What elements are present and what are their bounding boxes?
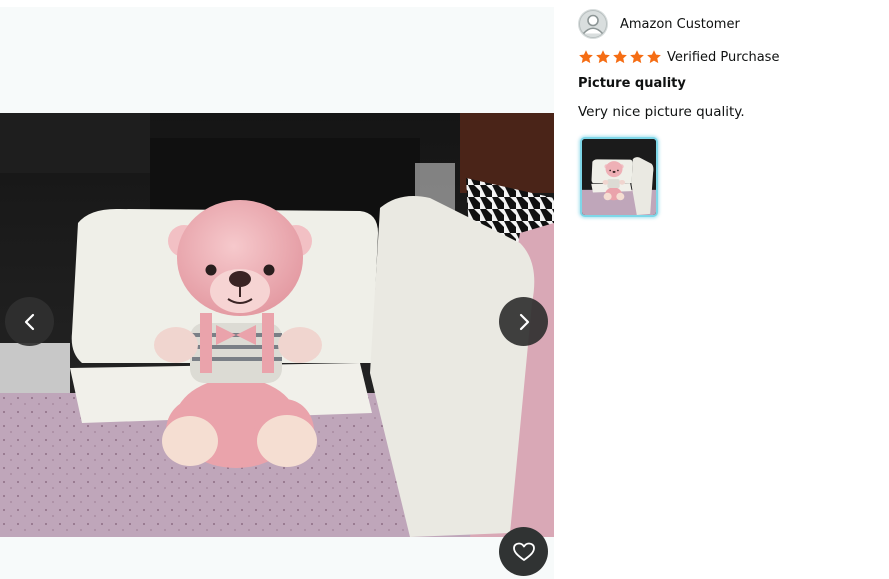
star-icon (647, 50, 661, 64)
star-icon (630, 50, 644, 64)
image-viewer (0, 7, 554, 579)
review-photo-thumbnail[interactable] (580, 137, 658, 217)
star-icon (579, 50, 593, 64)
review-author-name[interactable]: Amazon Customer (620, 17, 740, 32)
review-body: Very nice picture quality. (578, 104, 745, 120)
heart-icon (512, 542, 535, 561)
user-avatar-icon (578, 9, 608, 39)
star-rating (578, 49, 662, 65)
rating-row: Verified Purchase (578, 47, 779, 67)
star-icon (613, 50, 627, 64)
next-image-button[interactable] (499, 297, 548, 346)
review-author-row: Amazon Customer (578, 9, 740, 39)
thumbnail-image (582, 139, 656, 215)
verified-purchase-label: Verified Purchase (667, 49, 780, 65)
review-title: Picture quality (578, 76, 686, 91)
chevron-right-icon (519, 313, 529, 330)
review-photo (0, 113, 554, 537)
avatar (578, 9, 608, 39)
favorite-button[interactable] (499, 527, 548, 576)
previous-image-button[interactable] (5, 297, 54, 346)
chevron-left-icon (24, 313, 34, 330)
star-icon (596, 50, 610, 64)
